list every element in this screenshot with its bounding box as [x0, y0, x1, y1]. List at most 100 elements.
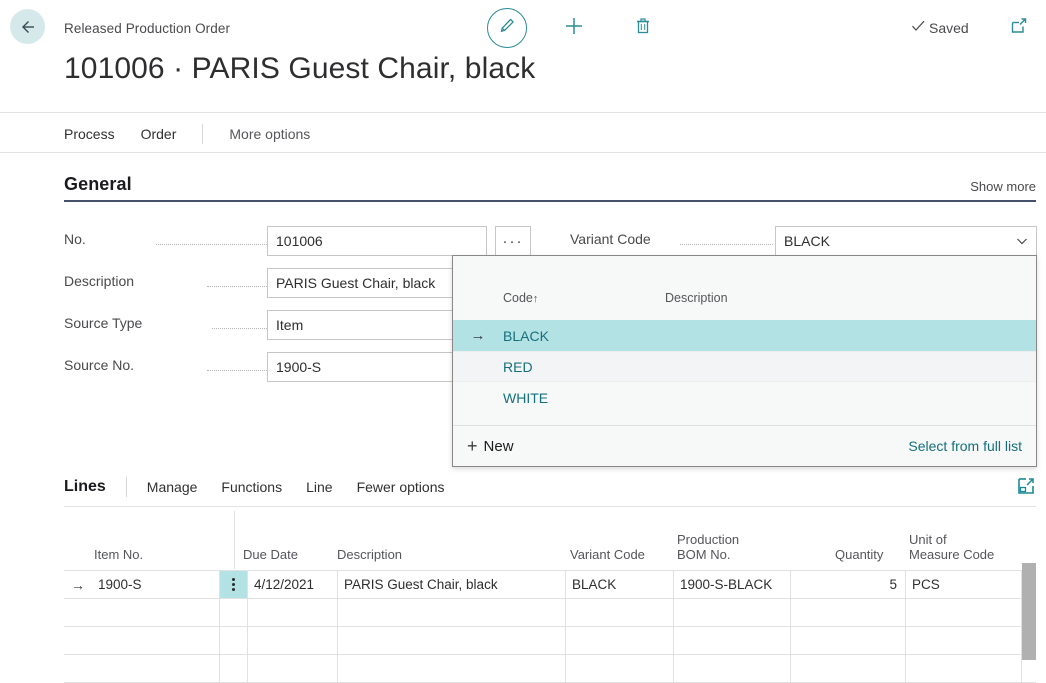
- action-ribbon: Process Order More options: [0, 112, 1046, 153]
- row-menu-cell[interactable]: [220, 599, 248, 626]
- general-section-header: General Show more: [64, 174, 1036, 202]
- open-in-new-window-button[interactable]: [1005, 14, 1033, 42]
- cell-quantity[interactable]: [791, 655, 906, 682]
- cell-due-date[interactable]: [248, 627, 338, 654]
- cell-quantity[interactable]: [791, 627, 906, 654]
- grid-scrollbar-thumb[interactable]: [1022, 563, 1036, 660]
- breadcrumb[interactable]: Released Production Order: [64, 21, 230, 36]
- cell-variant-code[interactable]: [566, 627, 674, 654]
- field-label-no: No.: [64, 231, 86, 247]
- row-menu-cell[interactable]: [220, 655, 248, 682]
- grid-header-row: Item No. Due Date Description Variant Co…: [64, 507, 1036, 570]
- no-lookup-button[interactable]: ···: [495, 226, 531, 256]
- leader-dots: [680, 243, 773, 245]
- dropdown-row-code: BLACK: [503, 328, 549, 344]
- cell-due-date[interactable]: 4/12/2021: [248, 571, 338, 598]
- pencil-edit-icon: [497, 16, 517, 41]
- field-row-no: No. 101006 ···: [64, 226, 549, 256]
- lines-grid: Item No. Due Date Description Variant Co…: [64, 507, 1036, 660]
- dropdown-column-description[interactable]: Description: [665, 291, 728, 305]
- cell-variant-code[interactable]: [566, 655, 674, 682]
- field-label-description: Description: [64, 273, 134, 289]
- grid-col-item-no[interactable]: Item No.: [94, 547, 143, 562]
- table-row[interactable]: → 1900-S 4/12/2021 PARIS Guest Chair, bl…: [64, 570, 1036, 599]
- new-button[interactable]: [558, 12, 590, 44]
- cell-due-date[interactable]: [248, 655, 338, 682]
- cell-item-no[interactable]: [92, 599, 220, 626]
- ribbon-item-process[interactable]: Process: [64, 126, 115, 142]
- cell-unit-of-measure-code[interactable]: [906, 655, 1022, 682]
- cell-description[interactable]: PARIS Guest Chair, black: [338, 571, 566, 598]
- delete-button[interactable]: [627, 12, 659, 44]
- grid-col-quantity[interactable]: Quantity: [835, 547, 883, 562]
- field-label-variant-code: Variant Code: [570, 231, 651, 247]
- row-select-arrow-icon: →: [453, 327, 503, 344]
- cell-production-bom-no[interactable]: [674, 655, 791, 682]
- table-row[interactable]: [64, 654, 1036, 683]
- sort-ascending-icon: ↑: [533, 293, 539, 305]
- arrow-left-icon: [19, 18, 37, 36]
- cell-unit-of-measure-code[interactable]: [906, 627, 1022, 654]
- grid-col-due-date[interactable]: Due Date: [243, 547, 298, 562]
- cell-unit-of-measure-code[interactable]: PCS: [906, 571, 1022, 598]
- dropdown-footer: + New Select from full list: [453, 425, 1036, 466]
- ellipsis-lookup-icon: ···: [503, 233, 524, 250]
- cell-quantity[interactable]: 5: [791, 571, 906, 598]
- grid-col-variant-code[interactable]: Variant Code: [570, 547, 645, 562]
- saved-status: Saved: [910, 18, 969, 37]
- cell-quantity[interactable]: [791, 599, 906, 626]
- lines-menu-line[interactable]: Line: [306, 479, 332, 495]
- cell-variant-code[interactable]: BLACK: [566, 571, 674, 598]
- table-row[interactable]: [64, 626, 1036, 655]
- cell-variant-code[interactable]: [566, 599, 674, 626]
- chevron-down-icon[interactable]: [1008, 234, 1036, 248]
- dropdown-row-black[interactable]: → BLACK: [453, 320, 1036, 351]
- variant-code-dropdown: Code↑ Description → BLACK RED WHITE + Ne…: [452, 255, 1037, 467]
- lines-expand-button[interactable]: [1016, 476, 1036, 501]
- back-button[interactable]: [10, 9, 45, 44]
- grid-col-production-bom-no[interactable]: Production BOM No.: [677, 532, 763, 562]
- dropdown-column-code[interactable]: Code↑: [503, 291, 538, 305]
- table-row[interactable]: [64, 598, 1036, 627]
- row-menu-button[interactable]: [220, 571, 248, 598]
- grid-col-description[interactable]: Description: [337, 547, 402, 562]
- cell-production-bom-no[interactable]: 1900-S-BLACK: [674, 571, 791, 598]
- cell-due-date[interactable]: [248, 599, 338, 626]
- cell-item-no[interactable]: [92, 655, 220, 682]
- plus-icon: [563, 15, 585, 42]
- cell-production-bom-no[interactable]: [674, 599, 791, 626]
- cell-production-bom-no[interactable]: [674, 627, 791, 654]
- cell-item-no[interactable]: 1900-S: [92, 571, 220, 598]
- cell-description[interactable]: [338, 655, 566, 682]
- show-more-link[interactable]: Show more: [970, 179, 1036, 194]
- more-vertical-icon: [232, 576, 235, 593]
- field-label-source-type: Source Type: [64, 315, 142, 331]
- variant-code-combobox[interactable]: BLACK: [775, 226, 1037, 256]
- lines-divider: [126, 477, 127, 497]
- general-section-title: General: [64, 174, 132, 194]
- cell-description[interactable]: [338, 627, 566, 654]
- trash-delete-icon: [633, 16, 653, 41]
- select-from-full-list-link[interactable]: Select from full list: [908, 438, 1022, 454]
- grid-col-unit-of-measure-code[interactable]: Unit of Measure Code: [909, 532, 999, 562]
- lines-menu-manage[interactable]: Manage: [147, 479, 198, 495]
- general-section-underline: [64, 200, 1036, 202]
- cell-description[interactable]: [338, 599, 566, 626]
- dropdown-new-label: New: [484, 438, 514, 455]
- ribbon-item-more-options[interactable]: More options: [229, 126, 310, 142]
- saved-label: Saved: [929, 20, 969, 36]
- ribbon-divider: [202, 124, 203, 144]
- cell-item-no[interactable]: [92, 627, 220, 654]
- dropdown-row-red[interactable]: RED: [453, 351, 1036, 382]
- edit-button[interactable]: [487, 8, 527, 48]
- dropdown-new-button[interactable]: + New: [467, 436, 514, 457]
- dropdown-row-white[interactable]: WHITE: [453, 382, 1036, 413]
- cell-unit-of-measure-code[interactable]: [906, 599, 1022, 626]
- lines-menu-functions[interactable]: Functions: [221, 479, 282, 495]
- ribbon-item-order[interactable]: Order: [141, 126, 177, 142]
- grid-scrollbar-track[interactable]: [1022, 507, 1036, 660]
- open-in-new-window-icon: [1009, 16, 1029, 41]
- lines-menu-fewer-options[interactable]: Fewer options: [357, 479, 445, 495]
- row-menu-cell[interactable]: [220, 627, 248, 654]
- no-input[interactable]: 101006: [267, 226, 487, 256]
